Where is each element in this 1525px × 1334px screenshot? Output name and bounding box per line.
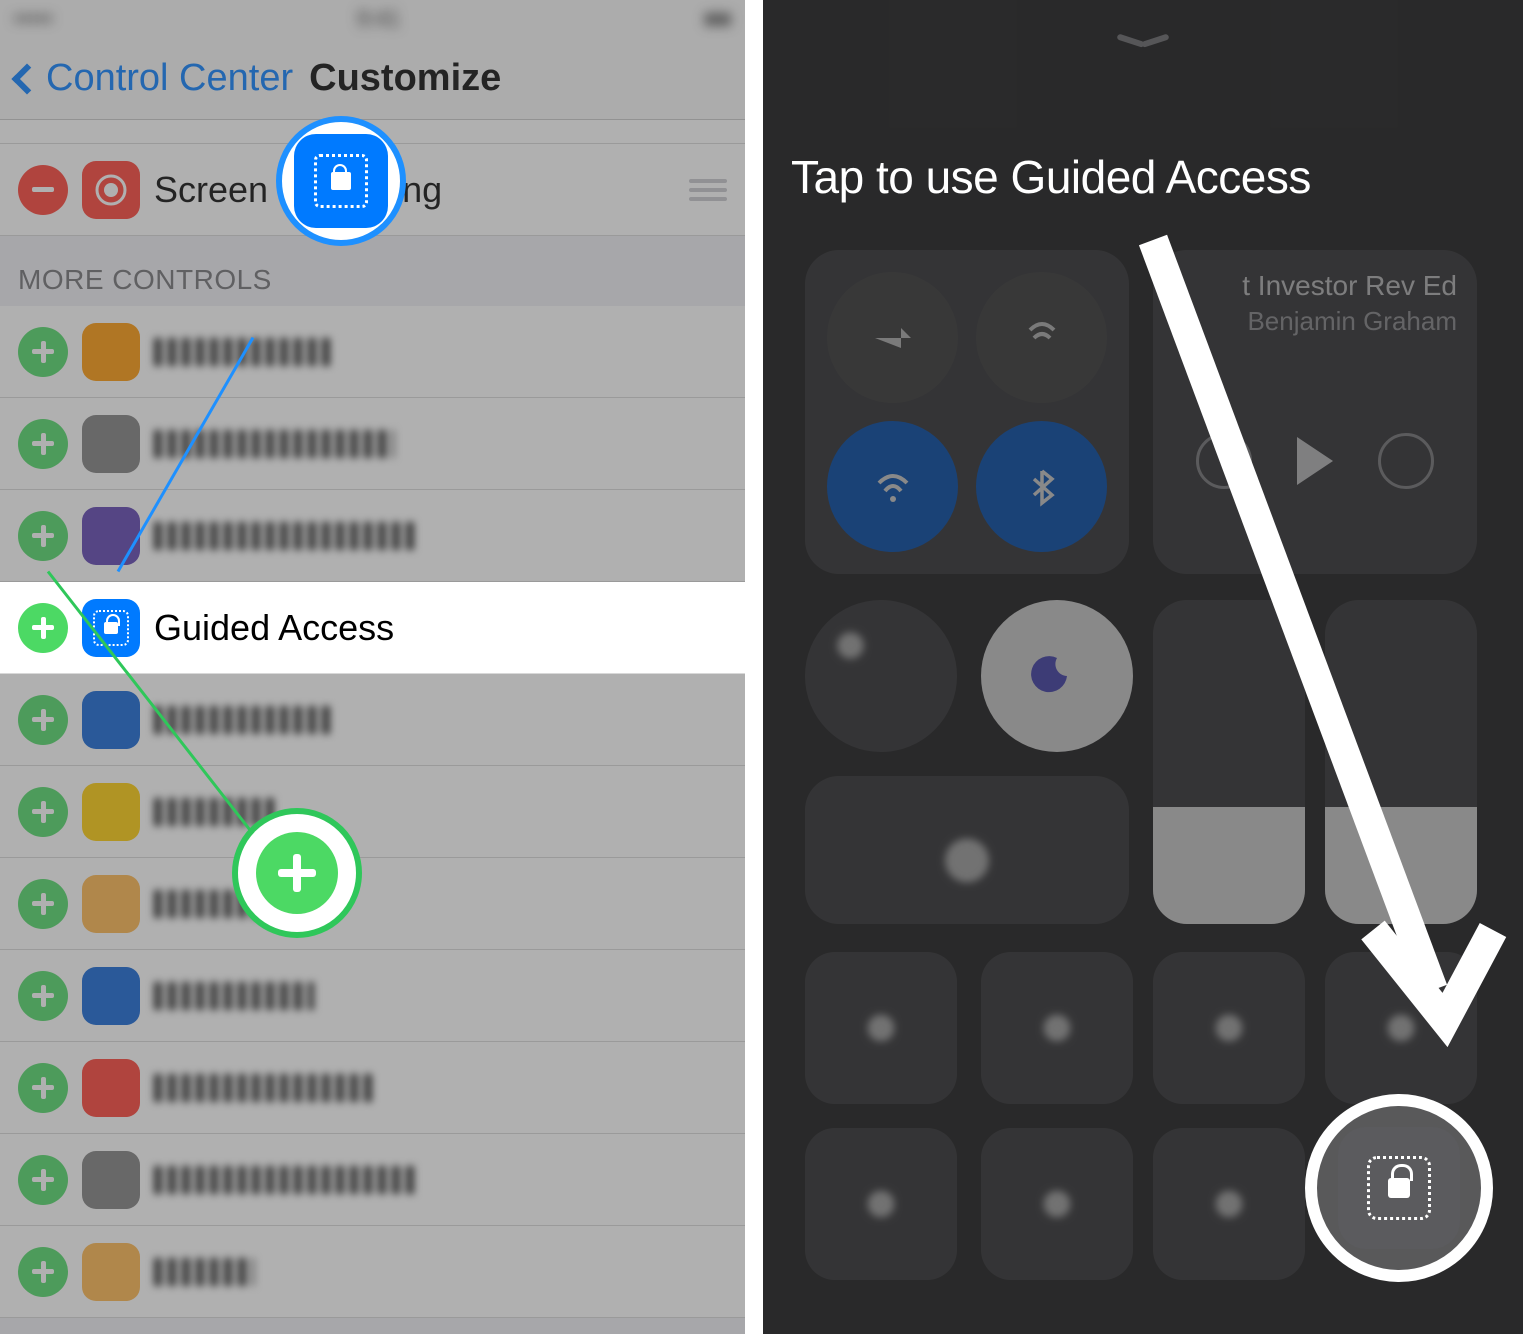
screen-recording-icon [82, 161, 140, 219]
guided-access-icon [1367, 1156, 1431, 1220]
row-label-blurred [154, 706, 334, 734]
nav-title: Customize [309, 57, 501, 100]
more-row-8[interactable] [0, 950, 745, 1042]
instruction-headline: Tap to use Guided Access [791, 150, 1495, 204]
more-row-7[interactable] [0, 858, 745, 950]
app-icon [82, 783, 140, 841]
add-button[interactable] [18, 511, 68, 561]
more-row-10[interactable] [0, 1134, 745, 1226]
connectivity-card[interactable] [805, 250, 1129, 574]
app-icon [82, 507, 140, 565]
add-button[interactable] [18, 1155, 68, 1205]
add-button[interactable] [18, 603, 68, 653]
add-button[interactable] [18, 879, 68, 929]
grabber-icon[interactable] [1116, 42, 1170, 54]
status-bar: ••••• 9:41 ■■ [0, 0, 745, 38]
more-row-1[interactable] [0, 306, 745, 398]
app-icon [82, 323, 140, 381]
more-row-9[interactable] [0, 1042, 745, 1134]
status-battery: ■■ [704, 6, 731, 32]
status-carrier: ••••• [14, 6, 53, 32]
control-center-screenshot: t Investor Rev Ed Benjamin Graham [763, 0, 1523, 1334]
status-time: 9:41 [357, 6, 400, 32]
skip-back-icon[interactable] [1196, 433, 1252, 489]
flashlight-button[interactable] [805, 952, 957, 1104]
more-row-5[interactable] [0, 674, 745, 766]
lock-icon [104, 622, 118, 634]
skip-forward-icon[interactable] [1378, 433, 1434, 489]
orientation-lock-toggle[interactable] [805, 600, 957, 752]
cc-extra-button-1[interactable] [805, 1128, 957, 1280]
more-row-2[interactable] [0, 398, 745, 490]
cellular-toggle[interactable] [976, 272, 1107, 403]
app-icon [82, 1243, 140, 1301]
drag-handle-icon[interactable] [689, 179, 727, 201]
app-icon [82, 691, 140, 749]
brightness-slider[interactable] [1153, 600, 1305, 924]
callout-add-button [232, 808, 362, 938]
row-label-blurred [154, 982, 314, 1010]
do-not-disturb-toggle[interactable] [981, 600, 1133, 752]
add-button[interactable] [18, 695, 68, 745]
app-icon [82, 875, 140, 933]
plus-icon [256, 832, 338, 914]
lock-icon [1388, 1178, 1410, 1198]
guided-access-icon [294, 134, 388, 228]
airplane-mode-toggle[interactable] [827, 272, 958, 403]
wifi-toggle[interactable] [827, 421, 958, 552]
lock-icon [331, 172, 351, 190]
remove-button[interactable] [18, 165, 68, 215]
cc-extra-button-2[interactable] [981, 1128, 1133, 1280]
settings-screenshot: ••••• 9:41 ■■ Control Center Customize S… [0, 0, 745, 1334]
callout-guided-access-icon [276, 116, 406, 246]
app-icon [82, 967, 140, 1025]
chevron-left-icon[interactable] [11, 63, 42, 94]
row-label-blurred [154, 1166, 414, 1194]
play-icon[interactable] [1297, 437, 1333, 485]
camera-button[interactable] [1325, 952, 1477, 1104]
add-button[interactable] [18, 971, 68, 1021]
more-row-guided-access[interactable]: Guided Access [0, 582, 745, 674]
more-row-6[interactable] [0, 766, 745, 858]
media-subtitle: Benjamin Graham [1173, 306, 1457, 337]
guided-access-button[interactable] [1338, 1127, 1460, 1249]
add-button[interactable] [18, 787, 68, 837]
add-button[interactable] [18, 419, 68, 469]
app-icon [82, 1151, 140, 1209]
more-row-3[interactable] [0, 490, 745, 582]
add-button[interactable] [18, 1247, 68, 1297]
row-label-blurred [154, 1074, 374, 1102]
more-row-11[interactable] [0, 1226, 745, 1318]
callout-ring [1305, 1094, 1493, 1282]
section-header-more-controls: MORE CONTROLS [0, 236, 745, 306]
add-button[interactable] [18, 1063, 68, 1113]
row-label-blurred [154, 522, 414, 550]
app-icon [82, 415, 140, 473]
row-label: Guided Access [154, 607, 394, 649]
media-card[interactable]: t Investor Rev Ed Benjamin Graham [1153, 250, 1477, 574]
timer-button[interactable] [981, 952, 1133, 1104]
app-icon [82, 1059, 140, 1117]
bluetooth-toggle[interactable] [976, 421, 1107, 552]
nav-back-label[interactable]: Control Center [46, 57, 293, 100]
add-button[interactable] [18, 327, 68, 377]
cc-extra-button-3[interactable] [1153, 1128, 1305, 1280]
media-title: t Investor Rev Ed [1173, 270, 1457, 302]
row-label-blurred [154, 1258, 254, 1286]
volume-slider[interactable] [1325, 600, 1477, 924]
calculator-button[interactable] [1153, 952, 1305, 1104]
nav-bar: Control Center Customize [0, 38, 745, 120]
screen-mirroring-button[interactable] [805, 776, 1129, 924]
